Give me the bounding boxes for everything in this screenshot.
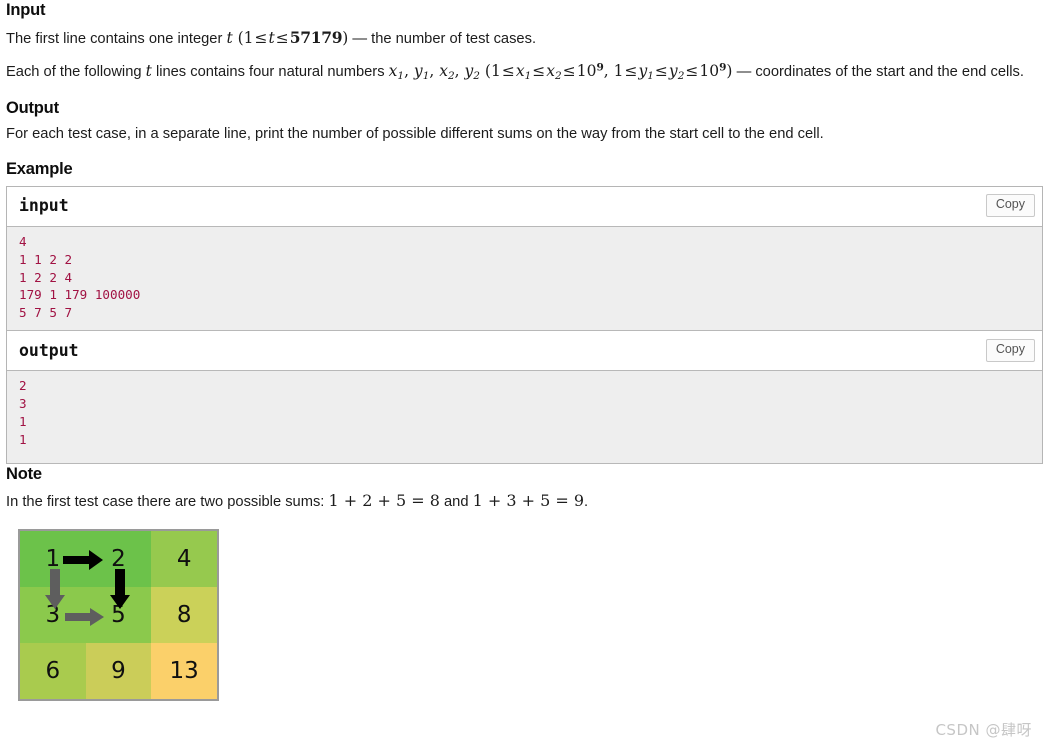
note-mid: and — [439, 494, 473, 511]
grid-cell-value: 1 — [45, 546, 61, 573]
input-p1-t: t — [268, 28, 275, 47]
grid-cell-value: 3 — [45, 602, 61, 629]
grid-cell-value: 5 — [111, 602, 126, 629]
code-line: 4 — [19, 233, 27, 249]
grid-cell-r3c1: 6 — [20, 643, 86, 700]
note-equation-1: 1 + 2 + 5 = 8 — [328, 491, 440, 511]
input-p1-pre: The first line contains one integer — [6, 30, 227, 47]
input-p2-cond: (1≤x1≤x2≤109, 1≤y1≤y2≤109) — [479, 61, 733, 82]
copy-output-button[interactable]: Copy — [985, 338, 1035, 362]
input-p1-le1: ≤ — [254, 28, 268, 47]
grid-cell-value: 4 — [176, 546, 192, 573]
grid-row-3: 6 9 13 — [20, 643, 217, 700]
grid-cell-r2c2: 5 — [85, 587, 152, 644]
grid-cell-r2c1: 3 — [20, 587, 86, 644]
input-p1-bound: 57179 — [289, 27, 343, 47]
input-p2-pre: Each of the following — [6, 63, 146, 80]
grid-cell-value: 2 — [111, 546, 126, 573]
code-line: 2 — [19, 378, 27, 394]
output-block-header: output Copy — [7, 331, 1042, 372]
input-p1-tail: — the number of test cases. — [348, 30, 537, 47]
grid-row-1: 1 2 4 — [20, 531, 217, 588]
section-heading-input: Input — [6, 1, 46, 19]
input-p2-vars: x1, y1, x2, y2 — [388, 61, 480, 82]
grid-cell-r1c1: 1 — [20, 531, 86, 588]
code-line: 1 1 2 2 — [19, 251, 73, 267]
note-pre: In the first test case there are two pos… — [6, 494, 329, 511]
note-paragraph: In the first test case there are two pos… — [6, 490, 1044, 513]
code-line: 5 7 5 7 — [19, 305, 73, 321]
section-heading-output: Output — [6, 98, 59, 117]
grid-cell-r3c2: 9 — [85, 643, 152, 700]
grid-cell-value: 8 — [176, 602, 192, 629]
code-line: 1 — [19, 413, 27, 429]
note-post: . — [584, 494, 589, 511]
watermark-csdn: CSDN @肆呀 — [935, 721, 1032, 739]
grid-row-2: 3 5 8 — [20, 587, 217, 644]
example-blocks: input Copy 4 1 1 2 2 1 2 2 4 179 1 179 1… — [6, 185, 1043, 464]
input-p2-tail: — coordinates of the start and the end c… — [732, 63, 1024, 80]
output-paragraph: For each test case, in a separate line, … — [6, 126, 824, 143]
input-p2-mid: lines contains four natural numbers — [151, 63, 389, 80]
input-block-body: 4 1 1 2 2 1 2 2 4 179 1 179 100000 5 7 5… — [7, 226, 1042, 332]
grid-cell-value: 13 — [169, 658, 199, 685]
code-line: 3 — [19, 396, 27, 412]
section-heading-note: Note — [6, 464, 42, 483]
input-p1-le2: ≤ — [275, 28, 289, 47]
grid-cell-value: 9 — [111, 658, 126, 685]
input-p1-one: 1 — [243, 28, 254, 47]
grid-heatmap-figure: 1 2 4 3 5 8 6 9 13 — [18, 529, 219, 702]
output-block-body: 2 3 1 1 — [7, 371, 1042, 464]
input-p1-open: ( — [232, 28, 244, 47]
code-line: 1 2 2 4 — [19, 269, 73, 285]
grid-cell-r1c3: 4 — [151, 531, 217, 588]
problem-statement-page: Input The first line contains one intege… — [0, 0, 1050, 702]
code-line: 1 — [19, 431, 27, 447]
input-block-title: input — [19, 196, 69, 216]
copy-input-button[interactable]: Copy — [985, 194, 1035, 218]
grid-cell-r3c3: 13 — [151, 643, 217, 700]
note-equation-2: 1 + 3 + 5 = 9 — [472, 491, 585, 511]
input-paragraph-1: The first line contains one integer t (1… — [6, 27, 1044, 50]
grid-cell-r1c2: 2 — [85, 531, 152, 588]
output-block-title: output — [19, 340, 79, 360]
grid-cell-value: 6 — [45, 658, 61, 685]
input-block-header: input Copy — [7, 186, 1042, 227]
input-paragraph-2: Each of the following t lines contains f… — [6, 60, 1044, 84]
section-heading-example: Example — [6, 160, 73, 179]
code-line: 179 1 179 100000 — [19, 287, 141, 303]
grid-cell-r2c3: 8 — [151, 587, 217, 644]
